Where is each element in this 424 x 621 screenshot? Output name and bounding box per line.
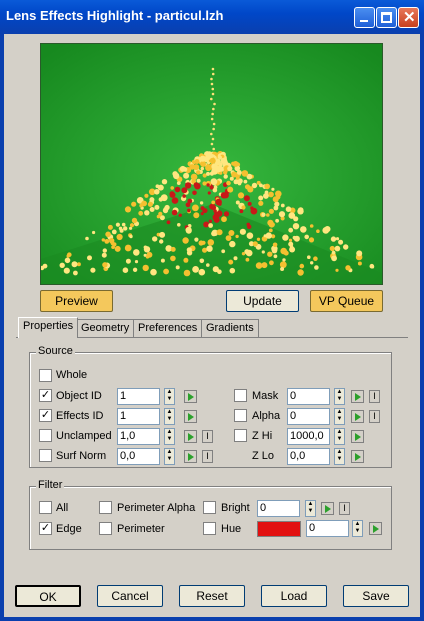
alpha-field[interactable]: 0 — [287, 408, 330, 425]
surf-norm-field[interactable]: 0,0 — [117, 448, 160, 465]
unclamped-map-button[interactable] — [184, 430, 197, 443]
mask-field[interactable]: 0 — [287, 388, 330, 405]
save-button[interactable]: Save — [343, 585, 409, 607]
z-lo-label: Z Lo — [252, 450, 275, 462]
bright-field[interactable]: 0 — [257, 500, 300, 517]
effects-id-spinner[interactable]: ▲ ▼ — [164, 408, 175, 425]
z-lo-field[interactable]: 0,0 — [287, 448, 330, 465]
preview-image — [40, 43, 383, 285]
perimeter-label: Perimeter — [117, 523, 165, 535]
z-hi-field[interactable]: 1000,0 — [287, 428, 330, 445]
whole-checkbox[interactable] — [39, 369, 52, 382]
tab-properties[interactable]: Properties — [18, 317, 79, 338]
all-label: All — [56, 502, 69, 514]
perimeter-alpha-label: Perimeter Alpha — [117, 502, 196, 514]
all-checkbox[interactable] — [39, 501, 52, 514]
alpha-map-button[interactable] — [351, 410, 364, 423]
bright-checkbox[interactable] — [203, 501, 216, 514]
unclamped-spinner[interactable]: ▲ ▼ — [164, 428, 175, 445]
surf-norm-label: Surf Norm — [56, 450, 107, 462]
hue-color-swatch[interactable] — [257, 521, 301, 537]
z-lo-map-button[interactable] — [351, 450, 364, 463]
unclamped-field[interactable]: 1,0 — [117, 428, 160, 445]
edge-label: Edge — [56, 523, 82, 535]
hue-field[interactable]: 0 — [306, 520, 349, 537]
filter-group-label: Filter — [36, 479, 65, 491]
perimeter-checkbox[interactable] — [99, 522, 112, 535]
source-group-label: Source — [36, 345, 75, 357]
mask-checkbox[interactable] — [234, 389, 247, 402]
surf-norm-map-button[interactable] — [184, 450, 197, 463]
edge-checkbox[interactable]: ✓ — [39, 522, 52, 535]
close-icon: ✕ — [403, 9, 416, 26]
z-lo-spinner[interactable]: ▲ ▼ — [334, 448, 345, 465]
object-id-map-button[interactable] — [184, 390, 197, 403]
filter-group — [29, 486, 392, 550]
object-id-checkbox[interactable]: ✓ — [39, 389, 52, 402]
unclamped-invert-button[interactable]: I — [202, 430, 213, 443]
surf-norm-invert-button[interactable]: I — [202, 450, 213, 463]
tab-geometry[interactable]: Geometry — [76, 319, 135, 337]
preview-button[interactable]: Preview — [40, 290, 113, 312]
object-id-field[interactable]: 1 — [117, 388, 160, 405]
hue-checkbox[interactable] — [203, 522, 216, 535]
mask-map-button[interactable] — [351, 390, 364, 403]
bright-invert-button[interactable]: I — [339, 502, 350, 515]
unclamped-checkbox[interactable] — [39, 429, 52, 442]
unclamped-label: Unclamped — [56, 430, 112, 442]
minimize-button[interactable] — [354, 7, 375, 28]
maximize-icon — [381, 12, 392, 23]
whole-label: Whole — [56, 369, 88, 381]
alpha-label: Alpha — [252, 410, 281, 422]
hue-label: Hue — [221, 523, 242, 535]
vp-queue-button[interactable]: VP Queue — [310, 290, 383, 312]
z-hi-label: Z Hi — [252, 430, 273, 442]
mask-label: Mask — [252, 390, 279, 402]
load-button[interactable]: Load — [261, 585, 327, 607]
cancel-button[interactable]: Cancel — [97, 585, 163, 607]
z-hi-checkbox[interactable] — [234, 429, 247, 442]
bright-label: Bright — [221, 502, 250, 514]
effects-id-field[interactable]: 1 — [117, 408, 160, 425]
ok-button[interactable]: OK — [15, 585, 81, 607]
perimeter-alpha-checkbox[interactable] — [99, 501, 112, 514]
surf-norm-spinner[interactable]: ▲ ▼ — [164, 448, 175, 465]
effects-id-map-button[interactable] — [184, 410, 197, 423]
mask-spinner[interactable]: ▲ ▼ — [334, 388, 345, 405]
minimize-icon — [360, 20, 368, 22]
object-id-label: Object ID — [56, 390, 102, 402]
surf-norm-checkbox[interactable] — [39, 449, 52, 462]
object-id-spinner[interactable]: ▲ ▼ — [164, 388, 175, 405]
reset-button[interactable]: Reset — [179, 585, 245, 607]
tab-preferences[interactable]: Preferences — [133, 319, 203, 337]
maximize-button[interactable] — [376, 7, 397, 28]
update-button[interactable]: Update — [226, 290, 299, 312]
mask-invert-button[interactable]: I — [369, 390, 380, 403]
z-hi-spinner[interactable]: ▲ ▼ — [334, 428, 345, 445]
window-title: Lens Effects Highlight - particul.lzh — [6, 8, 224, 23]
alpha-invert-button[interactable]: I — [369, 410, 380, 423]
hue-spinner[interactable]: ▲ ▼ — [352, 520, 363, 537]
effects-id-checkbox[interactable]: ✓ — [39, 409, 52, 422]
tab-gradients[interactable]: Gradients — [201, 319, 259, 337]
z-hi-map-button[interactable] — [351, 430, 364, 443]
hue-map-button[interactable] — [369, 522, 382, 535]
alpha-checkbox[interactable] — [234, 409, 247, 422]
effects-id-label: Effects ID — [56, 410, 104, 422]
bright-spinner[interactable]: ▲ ▼ — [305, 500, 316, 517]
alpha-spinner[interactable]: ▲ ▼ — [334, 408, 345, 425]
bright-map-button[interactable] — [321, 502, 334, 515]
close-button[interactable]: ✕ — [398, 7, 419, 28]
